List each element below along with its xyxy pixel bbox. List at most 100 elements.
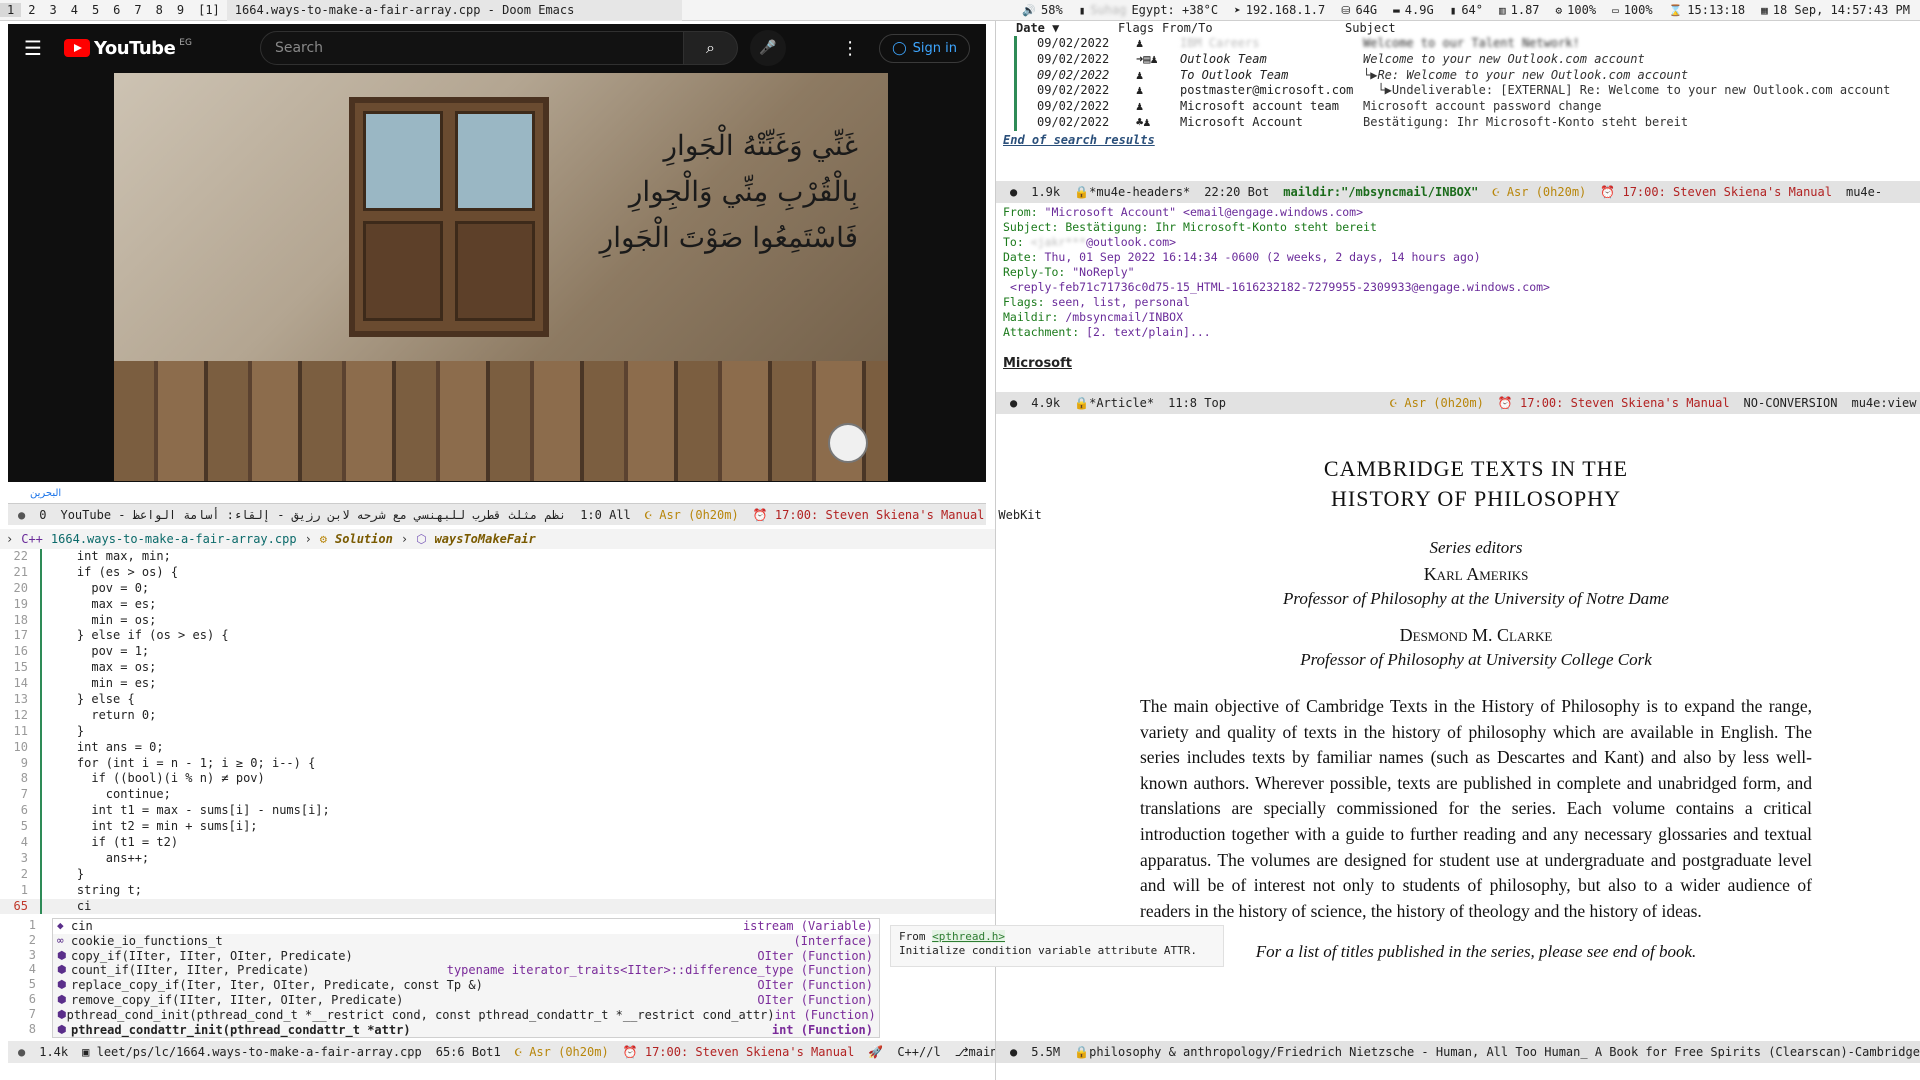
message-body-link[interactable]: Microsoft	[1003, 356, 1072, 371]
menu-icon[interactable]: ☰	[24, 36, 48, 60]
workspace-7[interactable]: 7	[127, 3, 148, 17]
mail-headers-list: Date ▼ Flags From/To Subject 09/02/2022 ♟…	[996, 21, 1920, 181]
microphone-icon: 🎤	[759, 40, 777, 56]
breadcrumb-function[interactable]: waysToMakeFair	[435, 532, 536, 546]
current-code-line[interactable]: 65 ci	[0, 898, 995, 915]
completion-item[interactable]: ⬢ replace_copy_if(Iter, Iter, OIter, Pred…	[53, 978, 879, 993]
completion-item[interactable]: ⬢ pthread_cond_init(pthread_cond_t *__res…	[53, 1008, 879, 1023]
mail-row[interactable]: 09/02/2022 ♟ IBM Careers Welcome to our Tal…	[1014, 36, 1920, 52]
function-icon: ⬢	[57, 948, 67, 962]
completion-item[interactable]: ⬢ count_if(IIter, IIter, Predicate) typena…	[53, 963, 879, 978]
flags-column[interactable]: Flags	[1118, 21, 1162, 36]
code-line: 18 min = os;	[13, 612, 157, 629]
location-arrow-icon: ➤	[1234, 3, 1241, 17]
workspace-6[interactable]: 6	[106, 3, 127, 17]
code-line: 6 int t1 = max - sums[i] - nums[i];	[20, 803, 330, 820]
workspace-scratch[interactable]: [1]	[191, 3, 227, 17]
code-line: 15 max = os;	[13, 660, 157, 677]
alarm-reminder: ⏰ 17:00: Steven Skiena's Manual	[752, 507, 985, 522]
code-modeline: ● 1.4k ▣ leet/ps/lc/1664.ways-to-make-a-…	[8, 1041, 995, 1063]
article-modeline: ● 4.9k 🔒*Article* 11:8 Top ☪ Asr (0h20m)…	[996, 392, 1920, 414]
function-icon: ⬢	[57, 992, 67, 1006]
subject-column[interactable]: Subject	[1345, 21, 1920, 36]
network-status: ➤ 192.168.1.7	[1234, 3, 1326, 17]
workspace-9[interactable]: 9	[170, 3, 191, 17]
temperature-status: ▮ 64°	[1449, 3, 1483, 17]
disk-status: ⛁ 64G	[1341, 3, 1378, 17]
workspace-3[interactable]: 3	[42, 3, 63, 17]
status-dot-icon: ●	[18, 507, 26, 522]
completion-item[interactable]: ◆ cin istream (Variable)	[53, 919, 879, 934]
workspace-5[interactable]: 5	[85, 3, 106, 17]
completion-item[interactable]: ⬢ remove_copy_if(IIter, IIter, OIter, Pre…	[53, 993, 879, 1008]
code-line: 8 if ((bool)(i % n) ≠ pov)	[20, 771, 265, 788]
code-line: 4 if (t1 = t2)	[20, 835, 179, 851]
git-branch: ⎇main	[954, 1045, 995, 1059]
search-icon: ⌕	[705, 38, 715, 57]
code-editor[interactable]: 22 int max, min; 21 if (es > os) { 20 po…	[0, 549, 995, 915]
video-caption-link[interactable]: البحرين	[30, 488, 61, 499]
date-column[interactable]: Date ▼	[1016, 21, 1118, 36]
window-title: 1664.ways-to-make-a-fair-array.cpp - Doo…	[226, 0, 682, 21]
mail-row[interactable]: 09/02/2022 ➜▤♟ Outlook Team Welcome to your…	[1014, 51, 1920, 68]
completion-item[interactable]: ⬢ copy_if(IIter, IIter, OIter, Predicate)…	[53, 949, 879, 964]
status-dot-icon: ●	[1010, 1045, 1018, 1059]
completion-item[interactable]: ∞ cookie_io_functions_t (Interface)	[53, 934, 879, 949]
to-address[interactable]: <jakr***@outlook.com>	[1031, 235, 1176, 249]
code-line: 20 pov = 0;	[13, 580, 150, 597]
voice-search-button[interactable]: 🎤	[749, 30, 786, 66]
mail-row[interactable]: 09/02/2022 ♟ Microsoft account team Microso…	[1014, 99, 1920, 115]
breadcrumb-file[interactable]: 1664.ways-to-make-a-fair-array.cpp	[51, 532, 297, 546]
workspace-8[interactable]: 8	[149, 3, 170, 17]
pdf-page: CAMBRIDGE TEXTS IN THE HISTORY OF PHILOSO…	[1140, 456, 1812, 962]
hourglass-icon: ⌛	[1668, 3, 1683, 17]
from-column[interactable]: From/To	[1162, 21, 1345, 36]
youtube-play-icon	[64, 39, 90, 57]
mail-row[interactable]: 09/02/2022 ♣♟ Microsoft Account Bestätigung…	[1014, 114, 1920, 131]
mail-row[interactable]: 09/02/2022 ♟ postmaster@microsoft.com └▶Un…	[1014, 83, 1920, 100]
search-button[interactable]: ⌕	[683, 31, 738, 65]
phone-icon: ▮	[1078, 3, 1086, 17]
code-line: 17 } else if (os > es) {	[13, 628, 229, 645]
code-line: 21 if (es > os) {	[13, 564, 179, 581]
function-icon: ⬢	[57, 978, 67, 992]
workspace-1[interactable]: 1	[0, 3, 22, 17]
from-address[interactable]: "Microsoft Account" <email@engage.window…	[1045, 205, 1364, 219]
workspace-4[interactable]: 4	[64, 3, 85, 17]
file-path: ▣ leet/ps/lc/1664.ways-to-make-a-fair-ar…	[82, 1045, 422, 1059]
more-options-icon[interactable]: ⋮	[841, 38, 859, 59]
search-input[interactable]: Search	[259, 31, 684, 65]
lock-icon: 🔒*Article*	[1074, 396, 1155, 410]
weather-status: ▮ Suhag Egypt: +38°C	[1078, 3, 1219, 17]
date-status[interactable]: ▦ 18 Sep, 14:57:43 PM	[1761, 3, 1910, 17]
mail-row[interactable]: 09/02/2022 ♟ To Outlook Team └▶Re: Welcome …	[1014, 67, 1920, 84]
code-line: 9 for (int i = n - 1; i ≥ 0; i--) {	[20, 755, 316, 772]
message-headers: From: "Microsoft Account" <email@engage.…	[1003, 205, 1550, 339]
attachment-link[interactable]: [2. text/plain]...	[1086, 325, 1211, 339]
book-title: CAMBRIDGE TEXTS IN THE HISTORY OF PHILOSO…	[1323, 456, 1629, 511]
code-line: 19 max = es;	[13, 596, 157, 613]
channel-watermark	[828, 423, 868, 463]
series-description: The main objective of Cambridge Texts in…	[1140, 696, 1812, 921]
cpp-file-icon: C++	[21, 532, 43, 546]
header-link[interactable]: <pthread.h>	[932, 930, 1005, 943]
end-of-results-link[interactable]: End of search results	[996, 133, 1920, 147]
status-dot-icon: ●	[1010, 396, 1018, 410]
interface-icon: ∞	[57, 933, 64, 947]
lock-icon: 🔒philosophy & anthropology/Friedrich Nie…	[1074, 1045, 1920, 1059]
youtube-logo[interactable]: YouTube EG	[64, 38, 192, 59]
headers-modeline: ● 1.9k 🔒*mu4e-headers* 22:20 Bot maildir…	[996, 181, 1920, 203]
video-title: نظم مثلث قطرب للبهنسي مع شرحه لابن رزيق …	[60, 507, 567, 522]
workspace-2[interactable]: 2	[21, 3, 42, 17]
code-line: 14 min = es;	[13, 676, 157, 693]
volume-status[interactable]: 🔊 58%	[1022, 3, 1062, 17]
account-icon: ◯	[892, 40, 907, 56]
code-line: 5 int t2 = min + sums[i];	[20, 819, 258, 836]
save-icon: ▣	[82, 1045, 90, 1059]
completion-item[interactable]: ⬢ pthread_condattr_init(pthread_condattr_…	[53, 1023, 879, 1038]
video-verse-text: غَنِّي وَغَنِّتْهُ الْجَوارِ بِالْقُرْبِ…	[599, 129, 858, 254]
video-player[interactable]: غَنِّي وَغَنِّتْهُ الْجَوارِ بِالْقُرْبِ…	[114, 73, 888, 481]
breadcrumb-class[interactable]: Solution	[335, 532, 393, 546]
sign-in-button[interactable]: ◯ Sign in	[879, 33, 970, 63]
code-line: 13 } else {	[13, 692, 135, 708]
